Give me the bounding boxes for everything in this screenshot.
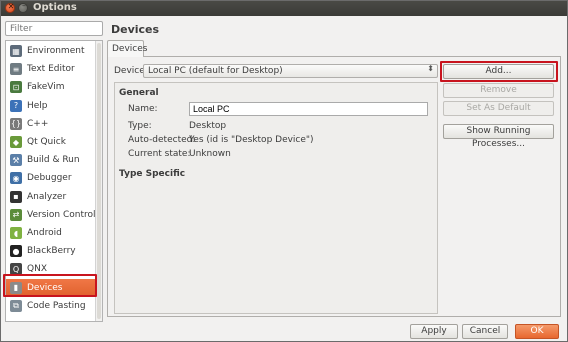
type-value: Desktop bbox=[189, 121, 227, 131]
nav-item-label: Build & Run bbox=[27, 155, 80, 166]
nav-item-version-control[interactable]: ⇄ Version Control bbox=[6, 206, 96, 224]
analyzer-icon: ▪ bbox=[10, 190, 22, 203]
auto-detected-label: Auto-detected: bbox=[128, 135, 196, 145]
minimize-icon[interactable]: – bbox=[18, 1, 28, 13]
help-icon: ? bbox=[10, 99, 22, 112]
nav-item-blackberry[interactable]: ● BlackBerry bbox=[6, 242, 96, 260]
nav-item-label: QNX bbox=[27, 264, 47, 275]
type-label: Type: bbox=[128, 121, 152, 131]
version-control-icon: ⇄ bbox=[10, 208, 22, 221]
window-title: Options bbox=[33, 2, 77, 13]
nav-item-label: BlackBerry bbox=[27, 246, 76, 257]
debugger-icon: ◉ bbox=[10, 172, 22, 185]
nav-item-text-editor[interactable]: ≡ Text Editor bbox=[6, 60, 96, 78]
blackberry-icon: ● bbox=[10, 245, 22, 258]
tab-devices[interactable]: Devices bbox=[107, 40, 147, 57]
remove-button[interactable]: Remove bbox=[443, 83, 554, 98]
nav-item-label: C++ bbox=[27, 118, 49, 129]
title-bar: ✕ – Options bbox=[1, 1, 567, 16]
nav-item-label: Help bbox=[27, 100, 48, 111]
nav-item-environment[interactable]: ▦ Environment bbox=[6, 42, 96, 60]
nav-item-label: Environment bbox=[27, 46, 85, 56]
android-icon: ◖ bbox=[10, 227, 22, 239]
nav-item-qt-quick[interactable]: ◆ Qt Quick bbox=[6, 133, 96, 151]
nav-item-help[interactable]: ? Help bbox=[6, 97, 96, 115]
current-state-label: Current state: bbox=[128, 149, 191, 159]
general-section-title: General bbox=[119, 88, 159, 98]
nav-item-label: Debugger bbox=[27, 173, 72, 184]
environment-icon: ▦ bbox=[10, 45, 22, 57]
qt-quick-icon: ◆ bbox=[10, 136, 22, 148]
current-state-value: Unknown bbox=[189, 149, 231, 159]
add-highlight bbox=[440, 61, 558, 82]
nav-item-label: Analyzer bbox=[27, 191, 67, 202]
close-icon[interactable]: ✕ bbox=[5, 2, 15, 13]
devices-highlight bbox=[3, 274, 97, 297]
code-pasting-icon: ⧉ bbox=[10, 299, 22, 312]
nav-item-label: Qt Quick bbox=[27, 137, 66, 147]
show-running-processes-button[interactable]: Show Running Processes... bbox=[443, 124, 554, 149]
cpp-icon: {} bbox=[10, 117, 22, 130]
nav-item-label: Version Control bbox=[27, 209, 96, 220]
ok-button[interactable]: OK bbox=[515, 324, 559, 339]
device-details-panel bbox=[114, 82, 438, 314]
nav-item-build-run[interactable]: ⚒ Build & Run bbox=[6, 151, 96, 169]
name-label: Name: bbox=[128, 104, 158, 114]
auto-detected-value: Yes (id is "Desktop Device") bbox=[189, 135, 314, 145]
filter-input[interactable] bbox=[5, 21, 103, 36]
nav-item-fakevim[interactable]: ⊡ FakeVim bbox=[6, 78, 96, 96]
device-select[interactable]: Local PC (default for Desktop) ⬍ bbox=[143, 64, 438, 78]
device-select-value: Local PC (default for Desktop) bbox=[148, 66, 283, 76]
scrollbar-thumb[interactable] bbox=[97, 43, 101, 319]
cancel-button[interactable]: Cancel bbox=[462, 324, 508, 339]
nav-item-analyzer[interactable]: ▪ Analyzer bbox=[6, 188, 96, 206]
page-title: Devices bbox=[111, 23, 160, 36]
nav-item-debugger[interactable]: ◉ Debugger bbox=[6, 169, 96, 187]
apply-button[interactable]: Apply bbox=[410, 324, 458, 339]
nav-item-label: FakeVim bbox=[27, 82, 65, 93]
type-specific-title: Type Specific bbox=[119, 169, 186, 179]
set-as-default-button[interactable]: Set As Default bbox=[443, 101, 554, 116]
nav-item-c-[interactable]: {} C++ bbox=[6, 115, 96, 133]
build-run-icon: ⚒ bbox=[10, 154, 22, 167]
chevron-updown-icon: ⬍ bbox=[427, 64, 434, 73]
fakevim-icon: ⊡ bbox=[10, 81, 22, 94]
name-field[interactable] bbox=[189, 102, 428, 116]
nav-item-label: Android bbox=[27, 228, 62, 238]
text-editor-icon: ≡ bbox=[10, 63, 22, 76]
nav-item-label: Text Editor bbox=[27, 64, 75, 75]
nav-item-android[interactable]: ◖ Android bbox=[6, 224, 96, 242]
nav-item-code-pasting[interactable]: ⧉ Code Pasting bbox=[6, 297, 96, 315]
nav-item-label: Code Pasting bbox=[27, 300, 86, 311]
